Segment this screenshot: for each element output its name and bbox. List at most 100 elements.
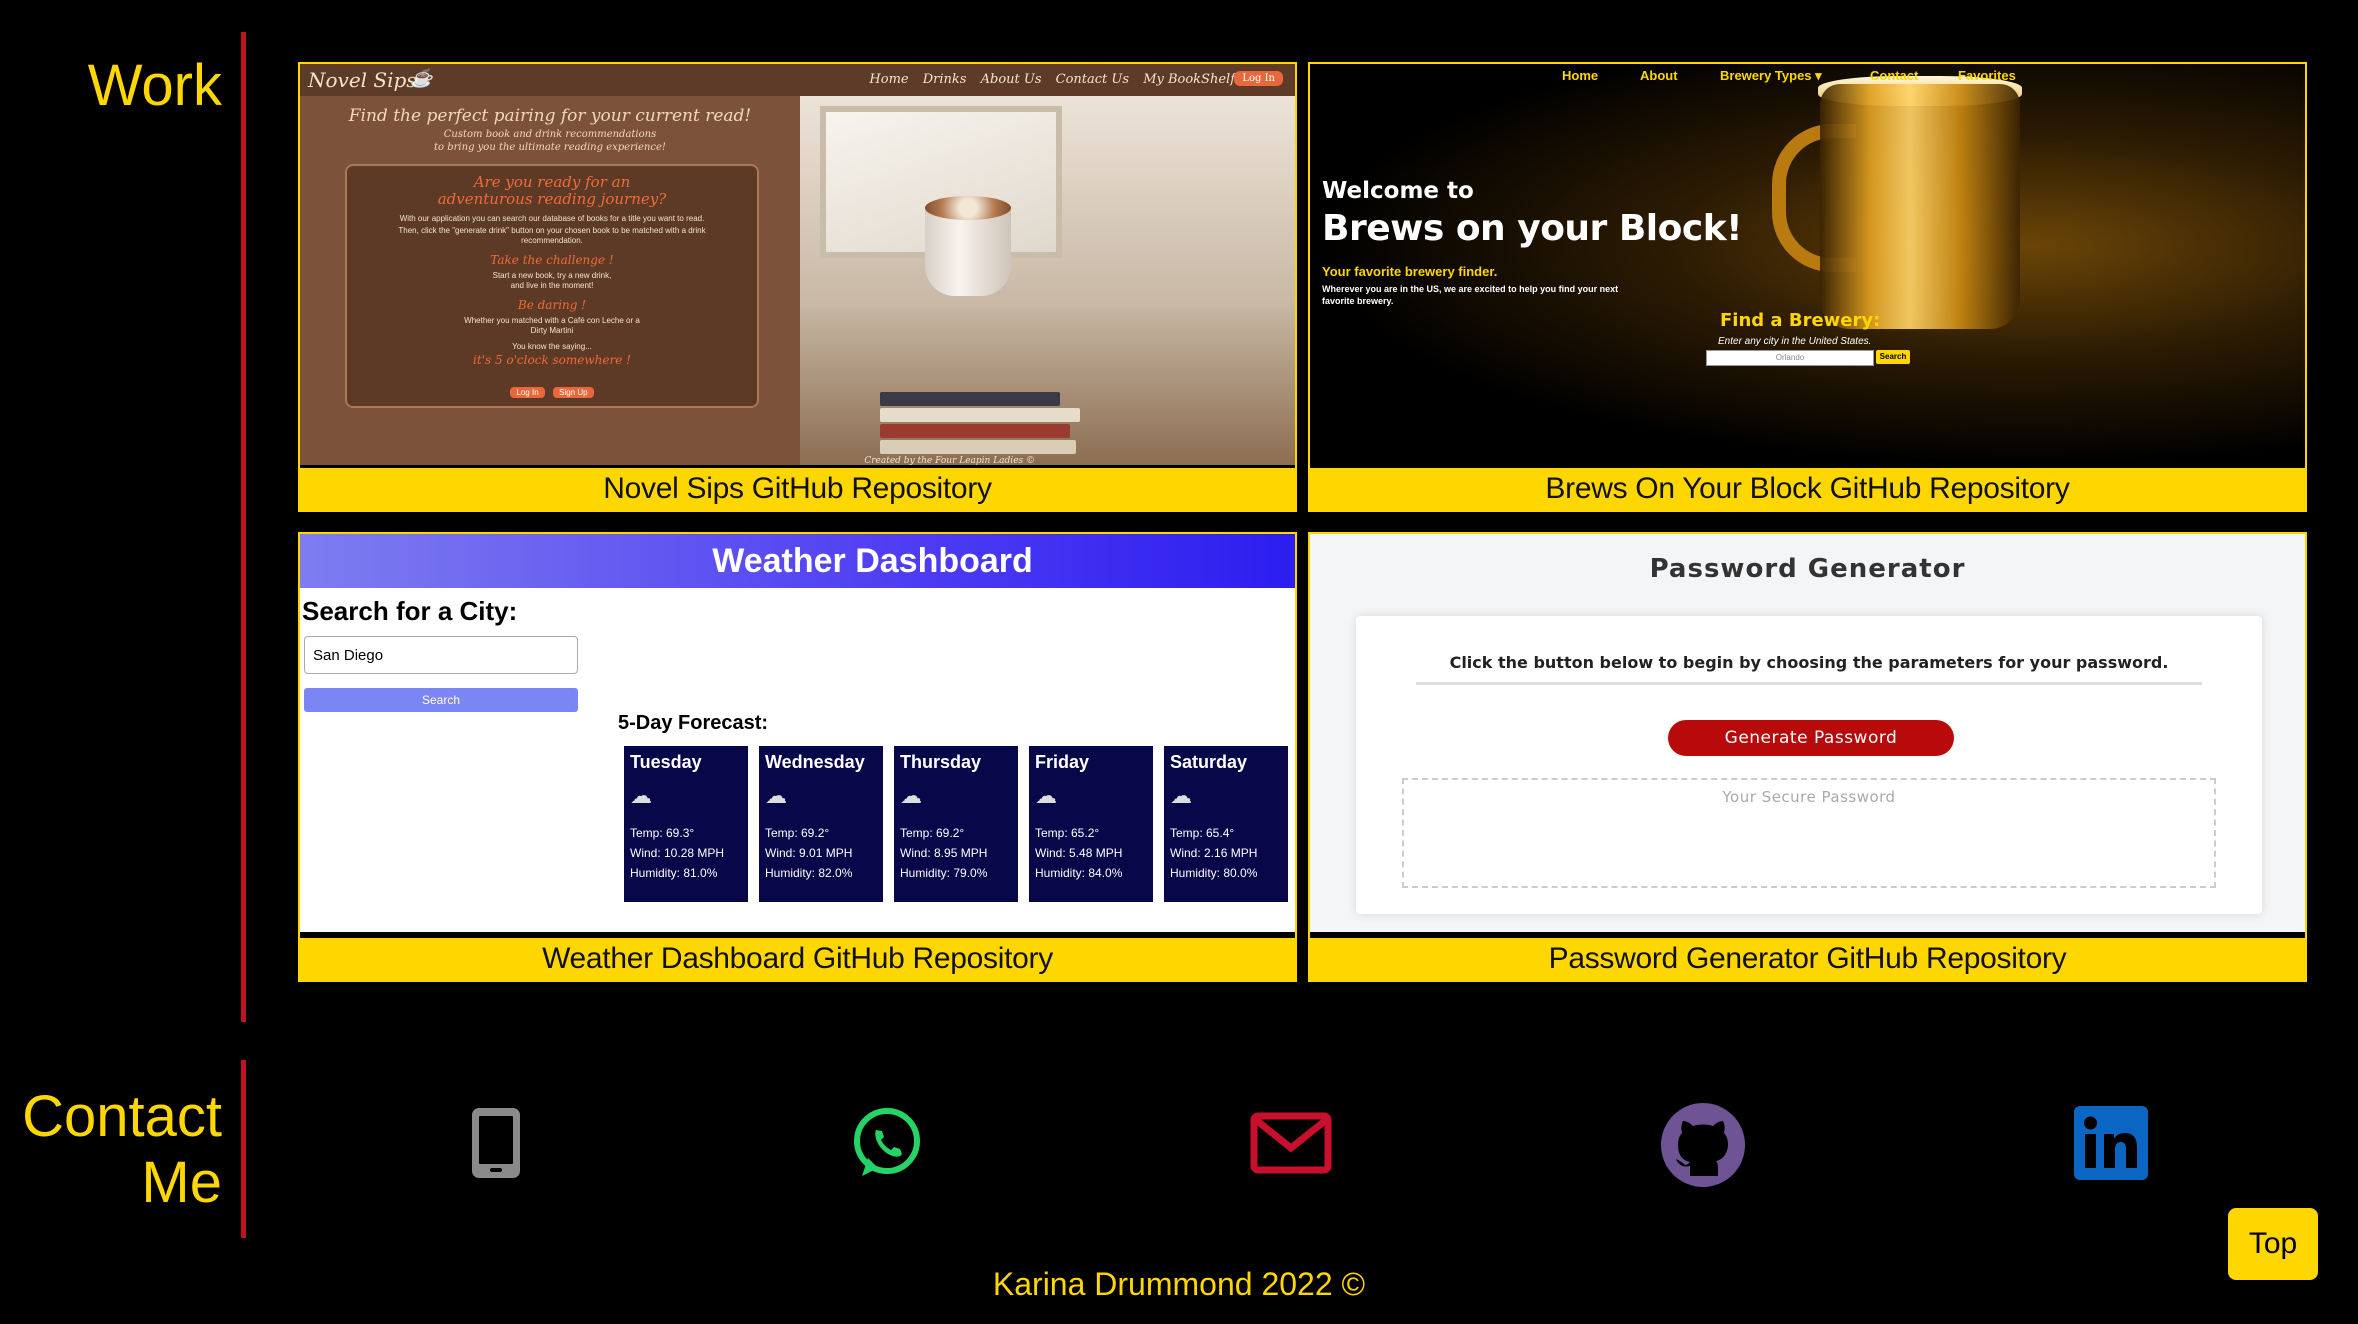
screenshot-prompt: Click the button below to begin by choos… [1416, 654, 2202, 685]
screenshot-subtagline: Custom book and drink recommendations to… [300, 128, 800, 154]
screenshot-forecast-label: 5-Day Forecast: [618, 712, 769, 734]
nav-link: My BookShelf [1143, 72, 1235, 87]
github-icon[interactable] [1660, 1102, 1746, 1193]
nav-link: Contact [1870, 68, 1919, 83]
box-text: Then, click the "generate drink" button … [398, 226, 706, 245]
forecast-card: Friday ☁ Temp: 65.2° Wind: 5.48 MPH Humi… [1029, 746, 1153, 902]
cloud-icon: ☁ [1035, 783, 1057, 808]
box-heading: Take the challenge ! [490, 253, 614, 267]
forecast-card: Wednesday ☁ Temp: 69.2° Wind: 9.01 MPH H… [759, 746, 883, 902]
screenshot-panel: Click the button below to begin by choos… [1356, 616, 2262, 914]
forecast-temp: Temp: 69.2° [765, 826, 830, 840]
contact-heading-line: Contact [22, 1084, 222, 1149]
screenshot-generate-button: Generate Password [1668, 720, 1954, 756]
repo-link-brews[interactable]: Brews On Your Block GitHub Repository [1310, 465, 2305, 510]
whatsapp-icon[interactable] [850, 1106, 924, 1185]
repo-link-password[interactable]: Password Generator GitHub Repository [1310, 935, 2305, 980]
box-text: You know the saying... [512, 342, 592, 351]
project-card-weather[interactable]: Weather Dashboard Search for a City: San… [298, 532, 1297, 982]
contact-divider [241, 1060, 246, 1238]
coffee-photo [800, 96, 1295, 468]
books-image [880, 390, 1080, 460]
contact-heading: Contact Me [20, 1084, 222, 1216]
screenshot-subtitle: Your favorite brewery finder. [1322, 264, 1498, 279]
box-buttons: Log In Sign Up [347, 382, 757, 400]
box-signup-button: Sign Up [553, 387, 594, 398]
nav-link: Home [869, 72, 909, 87]
project-screenshot: Weather Dashboard Search for a City: San… [300, 534, 1295, 935]
screenshot-title: Brews on your Block! [1322, 208, 1743, 249]
screenshot-welcome: Welcome to [1322, 178, 1474, 204]
box-login-button: Log In [510, 387, 545, 398]
project-screenshot: Password Generator Click the button belo… [1310, 534, 2305, 935]
screenshot-login: Log In [1234, 71, 1283, 86]
screenshot-city-input: San Diego [304, 636, 578, 674]
cloud-icon: ☁ [1170, 783, 1192, 808]
forecast-humidity: Humidity: 79.0% [900, 866, 988, 880]
rain-cloud-icon: ☁ [765, 783, 787, 808]
box-heading: it's 5 o'clock somewhere ! [473, 353, 631, 367]
screenshot-search-label: Search for a City: [302, 596, 518, 626]
nav-link: Drinks [922, 72, 967, 87]
screenshot-description: Wherever you are in the US, we are excit… [1322, 284, 1619, 306]
screenshot-city-input: Orlando [1706, 350, 1874, 366]
nav-link: About Us [980, 72, 1042, 87]
nav-link: Favorites [1958, 68, 2016, 83]
box-heading: Are you ready for an adventurous reading… [347, 174, 757, 208]
project-card-novel-sips[interactable]: Novel Sips ☕ Home Drinks About Us Contac… [298, 62, 1297, 512]
box-text: With our application you can search our … [399, 214, 705, 223]
forecast-day: Saturday [1170, 752, 1248, 772]
screenshot-search-button: Search [1876, 350, 1910, 364]
screenshot-title: Password Generator [1649, 554, 1966, 584]
linkedin-icon[interactable] [2074, 1106, 2148, 1185]
forecast-temp: Temp: 65.4° [1170, 826, 1235, 840]
beer-mug-image [1820, 84, 2020, 329]
nav-link: About [1640, 68, 1678, 83]
email-icon[interactable] [1250, 1112, 1332, 1179]
forecast-humidity: Humidity: 84.0% [1035, 866, 1123, 880]
nav-link: Contact Us [1055, 72, 1130, 87]
cloud-icon: ☁ [900, 783, 922, 808]
screenshot-search-button: Search [304, 688, 578, 712]
box-heading: Be daring ! [517, 298, 587, 312]
forecast-wind: Wind: 5.48 MPH [1035, 846, 1123, 860]
box-heading-line: Are you ready for an [473, 173, 631, 191]
project-card-password[interactable]: Password Generator Click the button belo… [1308, 532, 2307, 982]
forecast-humidity: Humidity: 81.0% [630, 866, 718, 880]
repo-link-weather[interactable]: Weather Dashboard GitHub Repository [300, 935, 1295, 980]
project-screenshot: Novel Sips ☕ Home Drinks About Us Contac… [300, 64, 1295, 468]
screenshot-info-box: Are you ready for an adventurous reading… [345, 164, 759, 408]
nav-link: Home [1562, 68, 1599, 83]
screenshot-header: Weather Dashboard [300, 534, 1295, 588]
forecast-day: Friday [1035, 752, 1090, 772]
screenshot-password-output: Your Secure Password [1402, 778, 2216, 888]
forecast-wind: Wind: 8.95 MPH [900, 846, 988, 860]
phone-icon[interactable] [470, 1106, 522, 1185]
coffee-foam-image [925, 196, 1011, 220]
subtagline-line: Custom book and drink recommendations [443, 129, 657, 140]
box-heading-line: adventurous reading journey? [437, 190, 667, 208]
forecast-temp: Temp: 69.2° [900, 826, 965, 840]
project-card-brews[interactable]: Home About Brewery Types ▾ Contact Favor… [1308, 62, 2307, 512]
forecast-humidity: Humidity: 82.0% [765, 866, 853, 880]
forecast-card: Tuesday ☁ Temp: 69.3° Wind: 10.28 MPH Hu… [624, 746, 748, 902]
project-screenshot: Home About Brewery Types ▾ Contact Favor… [1310, 64, 2305, 468]
forecast-day: Wednesday [765, 752, 865, 772]
rain-cloud-icon: ☁ [630, 783, 652, 808]
forecast-temp: Temp: 65.2° [1035, 826, 1100, 840]
forecast-card: Saturday ☁ Temp: 65.4° Wind: 2.16 MPH Hu… [1164, 746, 1288, 902]
repo-link-novel-sips[interactable]: Novel Sips GitHub Repository [300, 465, 1295, 510]
forecast-day: Tuesday [630, 752, 702, 772]
box-text: Start a new book, try a new drink, and l… [492, 271, 612, 290]
screenshot-nav-links: Home Drinks About Us Contact Us My BookS… [859, 72, 1235, 87]
forecast-wind: Wind: 10.28 MPH [630, 846, 725, 860]
forecast-humidity: Humidity: 80.0% [1170, 866, 1258, 880]
nav-link: Brewery Types ▾ [1720, 68, 1822, 83]
box-text: Whether you matched with a Café con Lech… [464, 316, 640, 335]
forecast-day: Thursday [900, 752, 982, 772]
work-heading: Work [87, 53, 222, 118]
screenshot-navbar: Novel Sips ☕ Home Drinks About Us Contac… [300, 64, 1295, 96]
screenshot-brand: Novel Sips [308, 68, 417, 92]
forecast-temp: Temp: 69.3° [630, 826, 695, 840]
coffee-cup-icon: ☕ [410, 68, 433, 89]
